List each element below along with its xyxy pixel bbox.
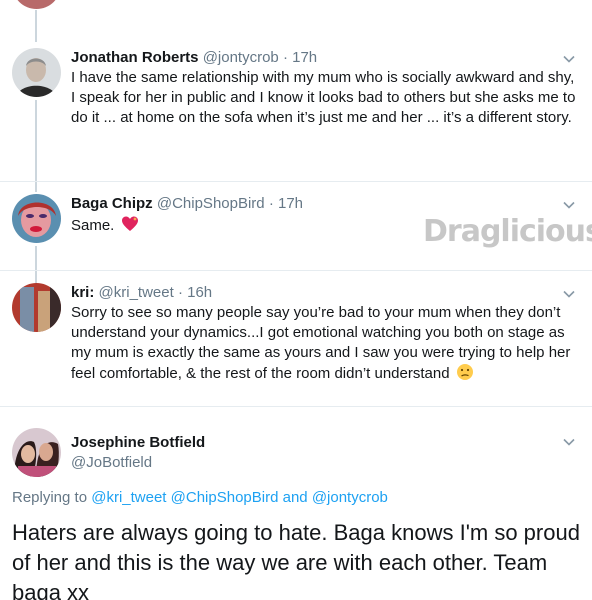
tweet-header: Jonathan Roberts @jontycrob · 17h — [71, 48, 317, 68]
avatar[interactable] — [12, 283, 61, 332]
mention-link[interactable]: @ChipShopBird — [171, 489, 279, 506]
timestamp[interactable]: 17h — [292, 49, 317, 66]
divider — [0, 406, 592, 407]
separator: · — [177, 284, 183, 301]
user-handle-row: @JoBotfield — [71, 453, 152, 473]
user-handle[interactable]: @kri_tweet — [99, 284, 174, 301]
thread-line — [35, 246, 37, 284]
display-name[interactable]: kri: — [71, 284, 94, 301]
tweet-text: Sorry to see so many people say you’re b… — [71, 304, 571, 382]
display-name[interactable]: Baga Chipz — [71, 195, 153, 212]
main-tweet-text: Haters are always going to hate. Baga kn… — [12, 520, 580, 600]
avatar-image — [12, 283, 61, 332]
separator: · — [282, 49, 288, 66]
confused-face-emoji — [456, 364, 473, 380]
user-handle[interactable]: @jontycrob — [203, 49, 279, 66]
divider — [0, 270, 592, 271]
tweet-header: Josephine Botfield — [71, 433, 205, 453]
separator: · — [268, 195, 274, 212]
mention-link[interactable]: @jontycrob — [312, 489, 388, 506]
sparkling-heart-emoji — [121, 216, 138, 231]
avatar-image — [12, 48, 61, 97]
avatar-partial[interactable] — [12, 0, 61, 9]
display-name[interactable]: Jonathan Roberts — [71, 49, 199, 66]
avatar-image — [12, 194, 61, 243]
replying-prefix: Replying to — [12, 489, 88, 506]
avatar[interactable] — [12, 194, 61, 243]
avatar[interactable] — [12, 428, 61, 477]
divider — [0, 181, 592, 182]
tweet-text: I have the same relationship with my mum… — [71, 69, 576, 126]
chevron-down-icon[interactable] — [562, 435, 576, 449]
chevron-down-icon[interactable] — [562, 287, 576, 301]
chevron-down-icon[interactable] — [562, 198, 576, 212]
thread-line — [35, 10, 37, 42]
timestamp[interactable]: 17h — [278, 195, 303, 212]
user-handle[interactable]: @ChipShopBird — [157, 195, 265, 212]
user-handle[interactable]: @JoBotfield — [71, 454, 152, 471]
avatar-image — [12, 428, 61, 477]
chevron-down-icon[interactable] — [562, 52, 576, 66]
twitter-thread: Jonathan Roberts @jontycrob · 17h I have… — [0, 0, 592, 600]
tweet-header: kri: @kri_tweet · 16h — [71, 283, 212, 303]
tweet-text-row: Sorry to see so many people say you’re b… — [71, 303, 576, 384]
mention-link[interactable]: @kri_tweet — [91, 489, 166, 506]
timestamp[interactable]: 16h — [187, 284, 212, 301]
avatar[interactable] — [12, 48, 61, 97]
replying-to: Replying to @kri_tweet @ChipShopBird and… — [12, 488, 388, 508]
watermark: Draglicious — [423, 214, 592, 249]
replying-and: and — [282, 489, 308, 506]
display-name[interactable]: Josephine Botfield — [71, 434, 205, 451]
thread-line — [35, 100, 37, 192]
tweet-text: Same. — [71, 217, 115, 234]
tweet-header: Baga Chipz @ChipShopBird · 17h — [71, 194, 303, 214]
